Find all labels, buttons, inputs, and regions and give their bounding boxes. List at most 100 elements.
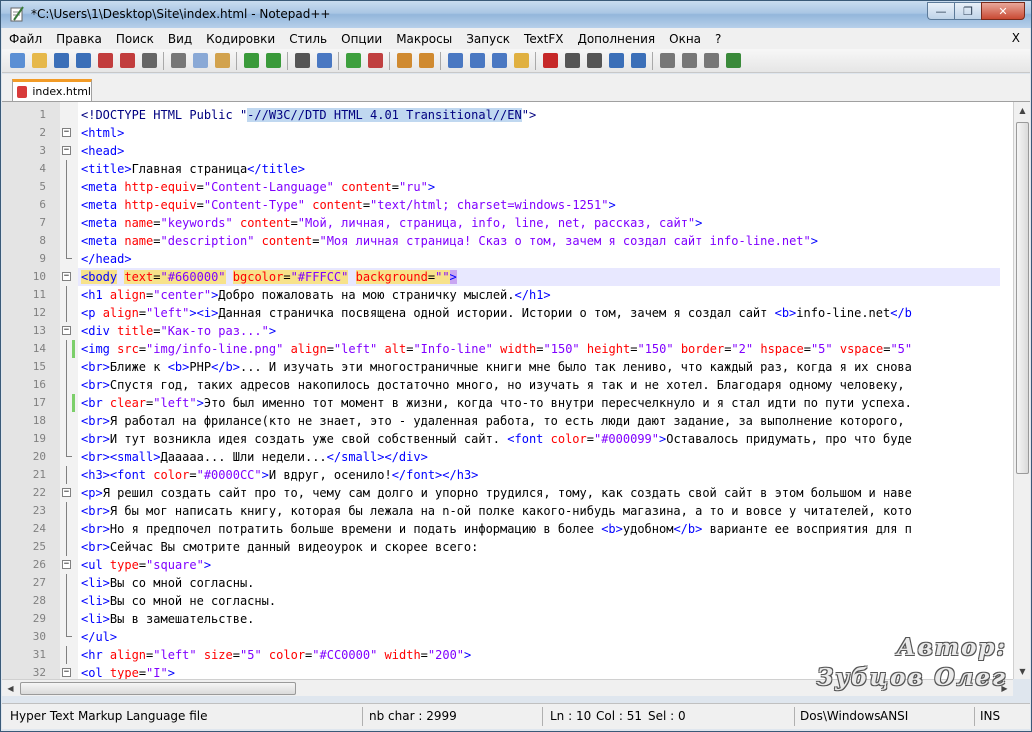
save-all-button[interactable] — [72, 51, 94, 71]
code-view[interactable]: 1 <!DOCTYPE HTML Public "-//W3C//DTD HTML… — [33, 106, 1000, 679]
code-line[interactable]: 24 <br>Но я предпочел потратить больше вр… — [33, 520, 1000, 538]
code-line[interactable]: 22− <p>Я решил создать сайт про то, чему … — [33, 484, 1000, 502]
scroll-left-icon[interactable]: ◀ — [2, 680, 19, 697]
fold-toggle-icon[interactable]: − — [62, 128, 71, 137]
menu-item[interactable]: Дополнения — [570, 32, 662, 46]
save-button[interactable] — [50, 51, 72, 71]
code-line[interactable]: 29 <li>Вы в замешательстве. — [33, 610, 1000, 628]
paste-button[interactable] — [211, 51, 233, 71]
sync-vertical-button[interactable] — [393, 51, 415, 71]
close-window-button[interactable]: ✕ — [981, 2, 1025, 20]
code-line[interactable]: 27 <li>Вы со мной согласны. — [33, 574, 1000, 592]
menu-item[interactable]: Файл — [2, 32, 49, 46]
indent-guide-button[interactable] — [488, 51, 510, 71]
line-number: 22 — [32, 486, 46, 499]
code-line[interactable]: 3 − <head> — [39, 142, 1000, 160]
code-line[interactable]: 9 </head> — [39, 250, 1000, 268]
code-line[interactable]: 21 <h3><font color="#0000CC">И вдруг, осе… — [33, 466, 1000, 484]
code-line[interactable]: 19 <br>И тут возникла идея создать уже св… — [33, 430, 1000, 448]
minimize-button[interactable]: — — [927, 2, 954, 20]
code-line[interactable]: 15 <br>Ближе к <b>PHP</b>... И изучать эт… — [33, 358, 1000, 376]
code-line[interactable]: 1 <!DOCTYPE HTML Public "-//W3C//DTD HTML… — [39, 106, 1000, 124]
find-button[interactable] — [291, 51, 313, 71]
menu-item[interactable]: Поиск — [109, 32, 161, 46]
maximize-button[interactable]: ❐ — [954, 2, 981, 20]
code-line[interactable]: 23 <br>Я бы мог написать книгу, которая б… — [33, 502, 1000, 520]
function-list-button[interactable] — [700, 51, 722, 71]
fold-toggle-icon[interactable]: − — [62, 272, 71, 281]
code-line[interactable]: 4 <title>Главная страница</title> — [39, 160, 1000, 178]
sync-horizontal-button[interactable] — [415, 51, 437, 71]
menu-item[interactable]: Макросы — [389, 32, 459, 46]
code-line[interactable]: 18 <br>Я работал на фрилансе(кто не знает… — [33, 412, 1000, 430]
code-line[interactable]: 10− <body text="#660000" bgcolor="#FFFCC"… — [33, 268, 1000, 286]
menu-item[interactable]: TextFX — [517, 32, 570, 46]
record-macro-button[interactable] — [539, 51, 561, 71]
code-line[interactable]: 28 <li>Вы со мной не согласны. — [33, 592, 1000, 610]
undo-button[interactable] — [240, 51, 262, 71]
vertical-scroll-thumb[interactable] — [1016, 122, 1029, 474]
code-line[interactable]: 5 <meta http-equiv="Content-Language" con… — [39, 178, 1000, 196]
fold-toggle-icon[interactable]: − — [62, 326, 71, 335]
toolbar-separator — [236, 51, 237, 70]
play-macro-button[interactable] — [583, 51, 605, 71]
code-line[interactable]: 11 <h1 align="center">Добро пожаловать на… — [33, 286, 1000, 304]
code-line[interactable]: 13 − <div title="Как-то раз..."> — [33, 322, 1000, 340]
code-line[interactable]: 6 <meta http-equiv="Content-Type" content… — [39, 196, 1000, 214]
spell-check-button[interactable] — [722, 51, 744, 71]
user-lang-button[interactable] — [510, 51, 532, 71]
editor-area[interactable]: 1 <!DOCTYPE HTML Public "-//W3C//DTD HTML… — [2, 101, 1030, 679]
title-bar[interactable]: *C:\Users\1\Desktop\Site\index.html - No… — [1, 1, 1031, 28]
horizontal-scroll-thumb[interactable] — [20, 682, 296, 695]
fold-toggle-icon[interactable]: − — [62, 560, 71, 569]
code-line[interactable]: 26− <ul type="square"> — [33, 556, 1000, 574]
cut-button[interactable] — [167, 51, 189, 71]
save-macro-button[interactable] — [627, 51, 649, 71]
plugin-tools-button[interactable] — [656, 51, 678, 71]
code-line[interactable]: 12 <p align="left"><i>Данная страничка по… — [33, 304, 1000, 322]
scroll-down-icon[interactable]: ▼ — [1014, 663, 1030, 679]
code-line[interactable]: 14 <img src="img/info-line.png" align="le… — [33, 340, 1000, 358]
fold-toggle-icon[interactable]: − — [62, 146, 71, 155]
menu-item[interactable]: Запуск — [459, 32, 517, 46]
code-line[interactable]: 20 <br><small>Дааааа... Шли недели...</sm… — [33, 448, 1000, 466]
zoom-in-button[interactable] — [342, 51, 364, 71]
code-line[interactable]: 16 <br>Спустя год, таких адресов накопило… — [33, 376, 1000, 394]
redo-button[interactable] — [262, 51, 284, 71]
line-text: <br>Ближе к <b>PHP</b>... И изучать эти … — [78, 360, 912, 374]
menu-item[interactable]: Правка — [49, 32, 109, 46]
code-line[interactable]: 2 − <html> — [39, 124, 1000, 142]
code-line[interactable]: 17 <br clear="left">Это был именно тот мо… — [33, 394, 1000, 412]
scroll-up-icon[interactable]: ▲ — [1014, 102, 1030, 119]
code-line[interactable]: 8 <meta name="description" content="Моя л… — [39, 232, 1000, 250]
menu-item[interactable]: Кодировки — [199, 32, 282, 46]
replace-button[interactable] — [313, 51, 335, 71]
menu-item[interactable]: Окна — [662, 32, 708, 46]
code-token: <br> — [81, 540, 110, 554]
run-macro-multiple-button[interactable] — [605, 51, 627, 71]
tab-index-html[interactable]: index.html — [12, 79, 92, 101]
open-file-button[interactable] — [28, 51, 50, 71]
close-button[interactable] — [94, 51, 116, 71]
word-wrap-icon — [447, 53, 463, 68]
menu-item[interactable]: Опции — [334, 32, 389, 46]
word-wrap-button[interactable] — [444, 51, 466, 71]
menu-item[interactable]: Стиль — [282, 32, 334, 46]
show-all-chars-button[interactable] — [466, 51, 488, 71]
stop-record-button[interactable] — [561, 51, 583, 71]
menu-item[interactable]: Вид — [161, 32, 199, 46]
new-file-button[interactable] — [6, 51, 28, 71]
fold-toggle-icon[interactable]: − — [62, 488, 71, 497]
vertical-scrollbar[interactable]: ▲ ▼ — [1013, 102, 1030, 679]
fold-toggle-icon[interactable]: − — [62, 668, 71, 677]
console-button[interactable] — [678, 51, 700, 71]
code-line[interactable]: 7 <meta name="keywords" content="Мой, лич… — [39, 214, 1000, 232]
copy-button[interactable] — [189, 51, 211, 71]
close-document-button[interactable]: X — [1012, 31, 1020, 45]
print-button[interactable] — [138, 51, 160, 71]
zoom-out-button[interactable] — [364, 51, 386, 71]
code-line[interactable]: 25 <br>Сейчас Вы смотрите данный видеоуро… — [33, 538, 1000, 556]
fold-guide — [66, 214, 67, 232]
close-all-button[interactable] — [116, 51, 138, 71]
menu-item[interactable]: ? — [708, 32, 728, 46]
